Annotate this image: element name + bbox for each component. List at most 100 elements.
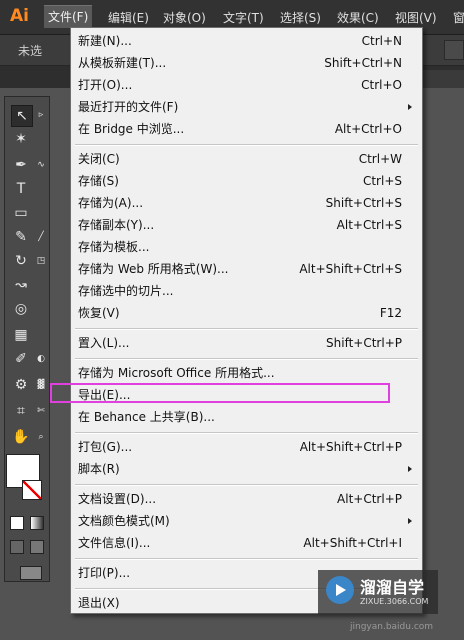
pen-tool-icon[interactable]: ✒ [11, 155, 31, 175]
menu-item-shortcut: Alt+Ctrl+P [337, 492, 402, 506]
menu-item-save-as[interactable]: 存储为(A)... Shift+Ctrl+S [71, 192, 422, 214]
menu-object[interactable]: 对象(O) [163, 9, 206, 26]
document-tab[interactable] [421, 70, 464, 88]
menu-item-open-recent[interactable]: 最近打开的文件(F) [71, 96, 422, 118]
menu-item-shortcut: Alt+Shift+Ctrl+P [299, 440, 402, 454]
curvature-tool-icon[interactable]: ∿ [31, 155, 51, 175]
menu-item-shortcut: Ctrl+O [361, 78, 402, 92]
shape-builder-tool-icon[interactable]: ◎ [11, 299, 31, 319]
menu-item-label: 脚本(R) [78, 462, 120, 476]
menu-item-shortcut: Ctrl+N [361, 34, 402, 48]
menu-item-place[interactable]: 置入(L)... Shift+Ctrl+P [71, 332, 422, 354]
eyedropper-tool-icon[interactable]: ✐ [11, 349, 31, 369]
rotate-tool-icon[interactable]: ↻ [11, 251, 31, 271]
menu-item-close[interactable]: 关闭(C) Ctrl+W [71, 148, 422, 170]
magic-wand-tool-icon[interactable]: ✶ [11, 129, 31, 149]
pencil-tool-icon[interactable]: ╱ [31, 227, 51, 247]
menu-item-label: 在 Bridge 中浏览... [78, 122, 185, 136]
hand-tool-icon[interactable]: ✋ [11, 427, 31, 447]
menu-item-shortcut: Ctrl+S [362, 174, 402, 188]
watermark-url: ZIXUE.3066.COM [360, 597, 429, 606]
menu-item-document-setup[interactable]: 文档设置(D)... Alt+Ctrl+P [71, 488, 422, 510]
menu-item-label: 存储(S) [78, 174, 119, 188]
warp-tool-icon[interactable]: ↝ [11, 275, 31, 295]
menu-item-save-for-web[interactable]: 存储为 Web 所用格式(W)... Alt+Shift+Ctrl+S [71, 258, 422, 280]
menu-separator [75, 484, 418, 486]
menu-item-save-template[interactable]: 存储为模板... [71, 236, 422, 258]
menu-item-label: 在 Behance 上共享(B)... [78, 410, 215, 424]
menu-item-file-info[interactable]: 文件信息(I)... Alt+Shift+Ctrl+I [71, 532, 422, 554]
menu-item-save-ms-office[interactable]: 存储为 Microsoft Office 所用格式... [71, 362, 422, 384]
draw-normal-icon[interactable] [10, 540, 24, 554]
watermark: 溜溜自学 ZIXUE.3066.COM [318, 570, 438, 614]
menu-item-label: 存储为 Microsoft Office 所用格式... [78, 366, 275, 380]
menu-item-revert[interactable]: 恢复(V) F12 [71, 302, 422, 324]
paintbrush-tool-icon[interactable]: ✎ [11, 227, 31, 247]
watermark-site: jingyan.baidu.com [350, 622, 434, 632]
menu-item-save-slices[interactable]: 存储选中的切片... [71, 280, 422, 302]
menu-item-save-copy[interactable]: 存储副本(Y)... Alt+Ctrl+S [71, 214, 422, 236]
menu-item-label: 存储为 Web 所用格式(W)... [78, 262, 229, 276]
gradient-mode-icon[interactable] [30, 516, 44, 530]
artboard-tool-icon[interactable]: ⌗ [11, 401, 31, 421]
screen-mode-icon[interactable] [20, 566, 42, 580]
menu-item-new-from-template[interactable]: 从模板新建(T)... Shift+Ctrl+N [71, 52, 422, 74]
menu-item-label: 存储副本(Y)... [78, 218, 155, 232]
watermark-brand: 溜溜自学 [360, 578, 425, 597]
slice-tool-icon[interactable]: ✄ [31, 401, 51, 421]
file-menu-dropdown: 新建(N)... Ctrl+N 从模板新建(T)... Shift+Ctrl+N 打… [70, 27, 423, 614]
menu-item-document-color-mode[interactable]: 文档颜色模式(M) [71, 510, 422, 532]
menu-item-save[interactable]: 存储(S) Ctrl+S [71, 170, 422, 192]
export-highlight-box [50, 383, 390, 403]
color-mode-icon[interactable] [10, 516, 24, 530]
menu-view[interactable]: 视图(V) [395, 9, 437, 26]
menu-edit[interactable]: 编辑(E) [108, 9, 149, 26]
blend-tool-icon[interactable]: ◐ [31, 349, 51, 369]
control-options-button[interactable] [444, 40, 464, 60]
menu-item-share-behance[interactable]: 在 Behance 上共享(B)... [71, 406, 422, 428]
menu-item-open[interactable]: 打开(O)... Ctrl+O [71, 74, 422, 96]
draw-behind-icon[interactable] [30, 540, 44, 554]
menu-file[interactable]: 文件(F) [44, 5, 93, 28]
menu-item-package[interactable]: 打包(G)... Alt+Shift+Ctrl+P [71, 436, 422, 458]
menu-separator [75, 558, 418, 560]
menu-item-label: 存储选中的切片... [78, 284, 174, 298]
menu-separator [75, 328, 418, 330]
submenu-arrow-icon [408, 518, 412, 524]
menu-item-shortcut: Shift+Ctrl+S [325, 196, 402, 210]
type-tool-icon[interactable]: T [11, 179, 31, 199]
menu-item-scripts[interactable]: 脚本(R) [71, 458, 422, 480]
menu-item-label: 打开(O)... [78, 78, 133, 92]
menu-item-label: 新建(N)... [78, 34, 132, 48]
tools-panel: ↖ ✶ ✒ T ▭ ✎ ↻ ↝ ◎ ▦ ✐ ⚙ ⌗ ✋ ▹ ∿ ╱ ◳ ◐ ▓ … [4, 96, 50, 582]
menu-item-shortcut: Alt+Shift+Ctrl+S [299, 262, 402, 276]
menu-item-label: 关闭(C) [78, 152, 120, 166]
play-logo-icon [326, 576, 354, 604]
symbol-sprayer-tool-icon[interactable]: ⚙ [11, 375, 31, 395]
menu-item-label: 打印(P)... [78, 566, 131, 580]
scale-tool-icon[interactable]: ◳ [31, 251, 51, 271]
perspective-grid-tool-icon[interactable]: ▦ [11, 325, 31, 345]
direct-selection-tool-icon[interactable]: ▹ [31, 105, 51, 125]
menu-item-shortcut: Ctrl+W [358, 152, 402, 166]
zoom-tool-icon[interactable]: ⌕ [31, 427, 51, 447]
menu-item-shortcut: Alt+Ctrl+O [334, 122, 402, 136]
stroke-color-swatch[interactable] [22, 480, 42, 500]
menu-item-new[interactable]: 新建(N)... Ctrl+N [71, 30, 422, 52]
selection-tool-icon[interactable]: ↖ [11, 105, 33, 127]
menu-item-label: 存储为模板... [78, 240, 150, 254]
menu-item-label: 文档设置(D)... [78, 492, 157, 506]
menu-item-label: 存储为(A)... [78, 196, 144, 210]
menu-item-label: 恢复(V) [78, 306, 120, 320]
menu-item-label: 文档颜色模式(M) [78, 514, 170, 528]
graph-tool-icon[interactable]: ▓ [31, 375, 51, 395]
menu-item-label: 文件信息(I)... [78, 536, 151, 550]
menu-select[interactable]: 选择(S) [280, 9, 321, 26]
rectangle-tool-icon[interactable]: ▭ [11, 203, 31, 223]
menu-item-browse-bridge[interactable]: 在 Bridge 中浏览... Alt+Ctrl+O [71, 118, 422, 140]
menu-separator [75, 144, 418, 146]
menu-window[interactable]: 窗 [453, 9, 464, 26]
menu-effect[interactable]: 效果(C) [337, 9, 379, 26]
menu-separator [75, 432, 418, 434]
menu-type[interactable]: 文字(T) [223, 9, 264, 26]
